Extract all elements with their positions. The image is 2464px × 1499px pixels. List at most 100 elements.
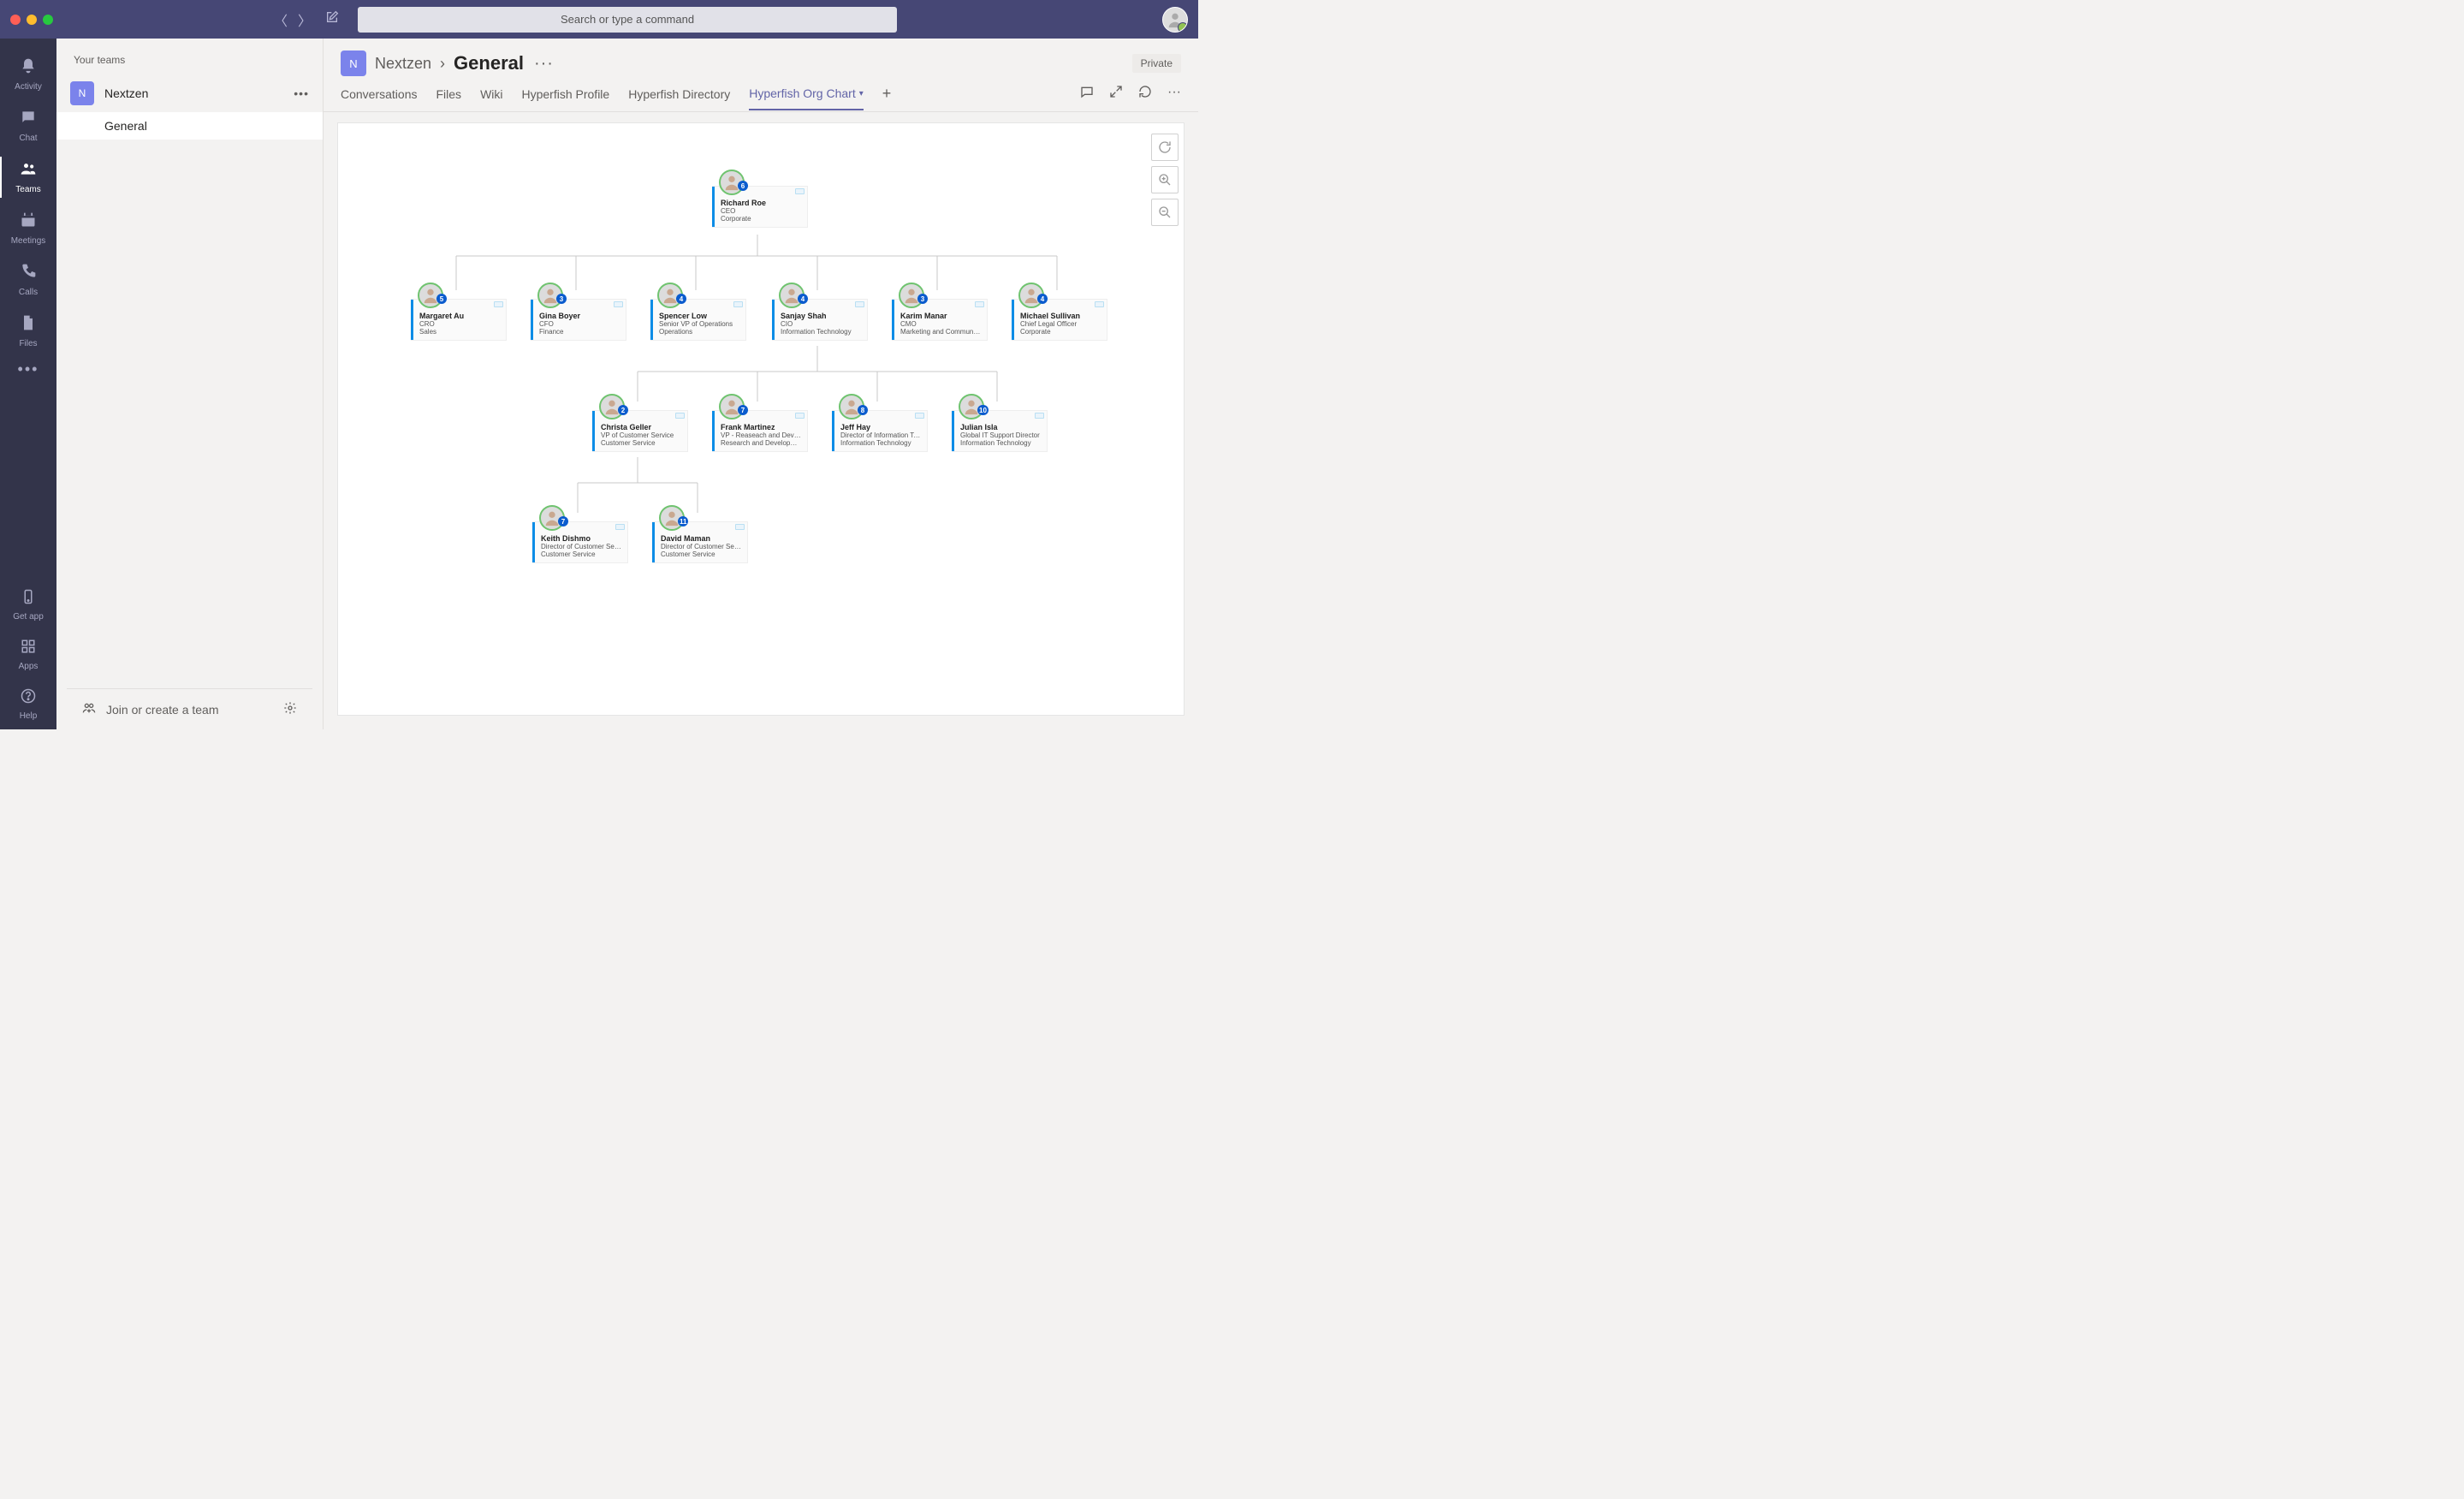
- tab-hyperfish-orgchart[interactable]: Hyperfish Org Chart ▾: [749, 86, 864, 110]
- person-department: Finance: [539, 328, 620, 336]
- card-badge-icon: [494, 301, 503, 307]
- org-chart-canvas[interactable]: 6Richard RoeCEOCorporate 5Margaret AuCRO…: [337, 122, 1185, 716]
- org-card[interactable]: 7Frank MartinezVP - Reaseach and Develop…: [712, 410, 808, 452]
- content-header: N Nextzen › General ··· Private: [324, 39, 1198, 76]
- canvas-refresh-button[interactable]: [1151, 134, 1179, 161]
- person-name: David Maman: [661, 534, 742, 543]
- zoom-out-button[interactable]: [1151, 199, 1179, 226]
- person-department: Customer Service: [661, 550, 742, 558]
- person-title: VP - Reaseach and Develop...: [721, 431, 802, 439]
- tab-conversations[interactable]: Conversations: [341, 87, 418, 110]
- person-title: CRO: [419, 320, 501, 328]
- rail-apps[interactable]: Apps: [0, 630, 56, 680]
- card-badge-icon: [735, 524, 745, 530]
- content-team-tile: N: [341, 51, 366, 76]
- org-card[interactable]: 7Keith DishmoDirector of Customer Servic…: [532, 521, 628, 563]
- reports-badge: 3: [556, 294, 567, 304]
- search-input[interactable]: Search or type a command: [358, 7, 897, 33]
- org-card[interactable]: 11David MamanDirector of Customer Servic…: [652, 521, 748, 563]
- conversation-toggle-icon[interactable]: [1080, 85, 1094, 103]
- tab-more-icon[interactable]: ···: [1167, 85, 1181, 103]
- chevron-down-icon: ▾: [859, 89, 864, 98]
- window-zoom[interactable]: [43, 15, 53, 25]
- sidebar: Your teams N Nextzen ••• General Join or…: [56, 39, 324, 729]
- card-badge-icon: [675, 413, 685, 419]
- org-card[interactable]: 8Jeff HayDirector of Information Tech...…: [832, 410, 928, 452]
- chat-icon: [20, 109, 37, 131]
- rail-help[interactable]: Help: [0, 680, 56, 729]
- rail-calls[interactable]: Calls: [0, 254, 56, 306]
- tab-files[interactable]: Files: [436, 87, 462, 110]
- card-badge-icon: [795, 188, 805, 194]
- rail-more-icon[interactable]: •••: [18, 360, 39, 378]
- breadcrumb-team[interactable]: Nextzen: [375, 55, 431, 73]
- person-name: Gina Boyer: [539, 312, 620, 320]
- org-card[interactable]: 2Christa GellerVP of Customer ServiceCus…: [592, 410, 688, 452]
- settings-gear-icon[interactable]: [283, 701, 297, 717]
- org-card[interactable]: 5Margaret AuCROSales: [411, 299, 507, 341]
- user-avatar[interactable]: [1162, 7, 1188, 33]
- reports-badge: 8: [858, 405, 868, 415]
- join-team-icon[interactable]: [82, 701, 96, 717]
- person-department: Corporate: [721, 215, 802, 223]
- tab-hyperfish-directory[interactable]: Hyperfish Directory: [628, 87, 730, 110]
- person-department: Operations: [659, 328, 740, 336]
- compose-icon[interactable]: [325, 10, 339, 28]
- team-row[interactable]: N Nextzen •••: [56, 74, 323, 112]
- org-card[interactable]: 4Michael SullivanChief Legal OfficerCorp…: [1012, 299, 1107, 341]
- org-card[interactable]: 4Sanjay ShahCIOInformation Technology: [772, 299, 868, 341]
- person-department: Customer Service: [541, 550, 622, 558]
- person-title: CIO: [781, 320, 862, 328]
- team-more-icon[interactable]: •••: [294, 86, 309, 100]
- org-card[interactable]: 3Gina BoyerCFOFinance: [531, 299, 626, 341]
- person-name: Sanjay Shah: [781, 312, 862, 320]
- nav-forward-icon[interactable]: 〉: [298, 9, 312, 30]
- rail-activity[interactable]: Activity: [0, 49, 56, 100]
- person-title: CEO: [721, 207, 802, 215]
- person-department: Marketing and Communicati...: [900, 328, 982, 336]
- org-card[interactable]: 10Julian IslaGlobal IT Support DirectorI…: [952, 410, 1048, 452]
- person-name: Keith Dishmo: [541, 534, 622, 543]
- app-rail: Activity Chat Teams Meetings: [0, 39, 56, 729]
- person-department: Information Technology: [840, 439, 922, 447]
- rail-getapp[interactable]: Get app: [0, 580, 56, 630]
- person-name: Christa Geller: [601, 423, 682, 431]
- rail-chat[interactable]: Chat: [0, 100, 56, 152]
- window-close[interactable]: [10, 15, 21, 25]
- person-name: Richard Roe: [721, 199, 802, 207]
- person-name: Julian Isla: [960, 423, 1042, 431]
- content: N Nextzen › General ··· Private Conversa…: [324, 39, 1198, 729]
- reports-badge: 4: [676, 294, 686, 304]
- nav-back-icon[interactable]: 〈: [274, 9, 288, 30]
- tab-hyperfish-profile[interactable]: Hyperfish Profile: [522, 87, 610, 110]
- zoom-in-button[interactable]: [1151, 166, 1179, 193]
- person-title: CMO: [900, 320, 982, 328]
- person-title: Director of Information Tech...: [840, 431, 922, 439]
- window-minimize[interactable]: [27, 15, 37, 25]
- person-name: Margaret Au: [419, 312, 501, 320]
- person-department: Sales: [419, 328, 501, 336]
- org-card[interactable]: 4Spencer LowSenior VP of OperationsOpera…: [650, 299, 746, 341]
- channel-general[interactable]: General: [56, 112, 323, 140]
- privacy-badge: Private: [1132, 54, 1181, 73]
- card-badge-icon: [614, 301, 623, 307]
- refresh-icon[interactable]: [1138, 85, 1152, 103]
- person-title: Senior VP of Operations: [659, 320, 740, 328]
- rail-teams[interactable]: Teams: [0, 152, 56, 203]
- reports-badge: 4: [1037, 294, 1048, 304]
- bell-icon: [20, 57, 37, 80]
- reports-badge: 10: [977, 405, 989, 415]
- rail-files[interactable]: Files: [0, 306, 56, 357]
- card-badge-icon: [733, 301, 743, 307]
- rail-meetings[interactable]: Meetings: [0, 203, 56, 254]
- tab-wiki[interactable]: Wiki: [480, 87, 502, 110]
- expand-icon[interactable]: [1109, 85, 1123, 103]
- person-name: Karim Manar: [900, 312, 982, 320]
- person-name: Michael Sullivan: [1020, 312, 1101, 320]
- channel-more-icon[interactable]: ···: [534, 54, 554, 74]
- add-tab-button[interactable]: +: [882, 85, 892, 111]
- join-team-label[interactable]: Join or create a team: [106, 703, 219, 717]
- reports-badge: 7: [558, 516, 568, 526]
- org-card[interactable]: 3Karim ManarCMOMarketing and Communicati…: [892, 299, 988, 341]
- org-card[interactable]: 6Richard RoeCEOCorporate: [712, 186, 808, 228]
